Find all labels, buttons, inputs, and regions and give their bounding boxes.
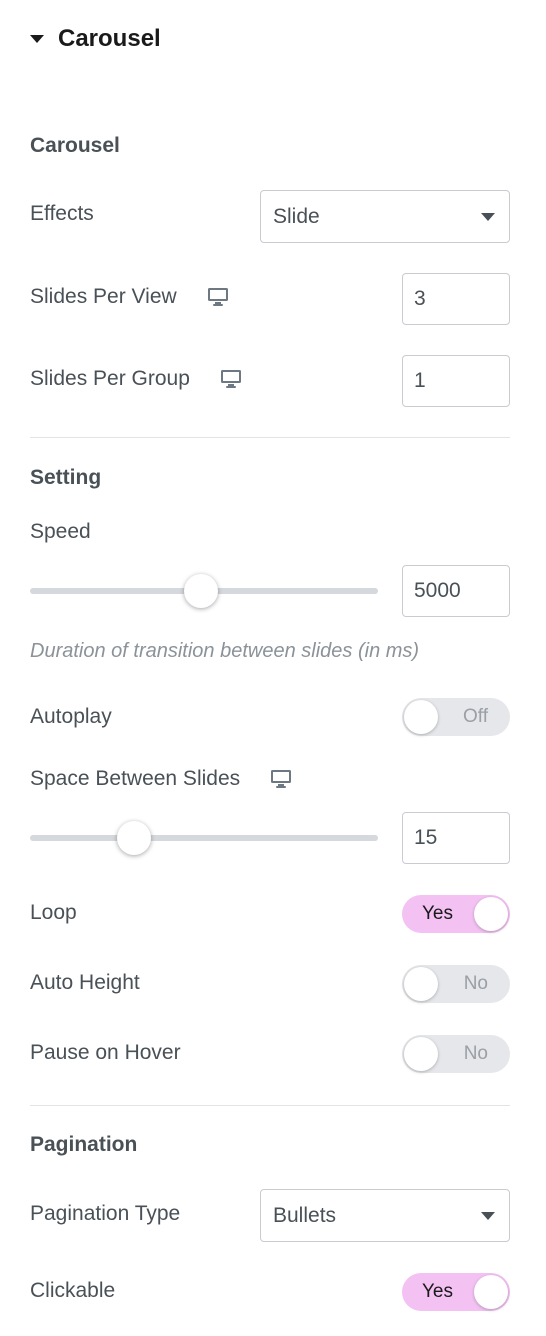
desktop-icon[interactable] <box>220 369 242 389</box>
switch-state: Yes <box>422 903 453 924</box>
switch-state: Yes <box>422 1281 453 1302</box>
pagination-type-label: Pagination Type <box>30 1202 181 1225</box>
clickable-switch[interactable]: Yes <box>402 1273 510 1311</box>
effects-select-value: Slide <box>273 204 320 228</box>
effects-select[interactable]: Slide <box>260 190 510 243</box>
effects-label: Effects <box>30 202 94 225</box>
group-heading-setting: Setting <box>30 466 102 489</box>
auto-height-switch[interactable]: No <box>402 965 510 1003</box>
slides-per-view-label: Slides Per View <box>30 285 177 308</box>
slider-track <box>30 835 378 841</box>
speed-slider[interactable] <box>30 571 378 611</box>
carousel-section-toggle[interactable]: Carousel <box>30 22 161 56</box>
speed-label: Speed <box>30 520 91 543</box>
switch-knob <box>474 1275 508 1309</box>
dropdown-arrow-icon <box>481 1212 495 1220</box>
divider <box>30 1105 510 1106</box>
space-between-label: Space Between Slides <box>30 767 241 790</box>
autoplay-label: Autoplay <box>30 705 112 728</box>
autoplay-switch[interactable]: Off <box>402 698 510 736</box>
slides-per-group-input[interactable]: 1 <box>402 355 510 407</box>
switch-knob <box>404 967 438 1001</box>
divider <box>30 437 510 438</box>
slider-thumb[interactable] <box>117 821 152 855</box>
slider-thumb[interactable] <box>183 574 218 608</box>
slides-per-group-row: Slides Per Group <box>30 367 242 391</box>
group-heading-pagination: Pagination <box>30 1133 138 1156</box>
clickable-label: Clickable <box>30 1279 116 1302</box>
group-heading-carousel: Carousel <box>30 134 120 157</box>
pagination-type-select[interactable]: Bullets <box>260 1189 510 1242</box>
switch-state: No <box>463 973 488 994</box>
speed-input[interactable]: 5000 <box>402 565 510 617</box>
caret-down-icon <box>30 35 44 43</box>
pause-on-hover-switch[interactable]: No <box>402 1035 510 1073</box>
space-between-input[interactable]: 15 <box>402 812 510 864</box>
pagination-type-value: Bullets <box>273 1203 337 1227</box>
slides-per-view-input[interactable]: 3 <box>402 273 510 325</box>
slides-per-view-row: Slides Per View <box>30 285 229 309</box>
dropdown-arrow-icon <box>481 213 495 221</box>
section-title: Carousel <box>58 25 161 52</box>
switch-knob <box>404 1037 438 1071</box>
switch-knob <box>474 897 508 931</box>
desktop-icon[interactable] <box>207 287 229 307</box>
loop-label: Loop <box>30 901 77 924</box>
pause-on-hover-label: Pause on Hover <box>30 1041 181 1064</box>
switch-state: Off <box>463 706 488 727</box>
switch-knob <box>404 700 438 734</box>
loop-switch[interactable]: Yes <box>402 895 510 933</box>
speed-hint: Duration of transition between slides (i… <box>30 640 420 662</box>
auto-height-label: Auto Height <box>30 971 140 994</box>
switch-state: No <box>463 1043 488 1064</box>
slides-per-group-label: Slides Per Group <box>30 367 190 390</box>
space-between-slider[interactable] <box>30 818 378 858</box>
space-between-row: Space Between Slides <box>30 767 292 791</box>
desktop-icon[interactable] <box>270 769 292 789</box>
